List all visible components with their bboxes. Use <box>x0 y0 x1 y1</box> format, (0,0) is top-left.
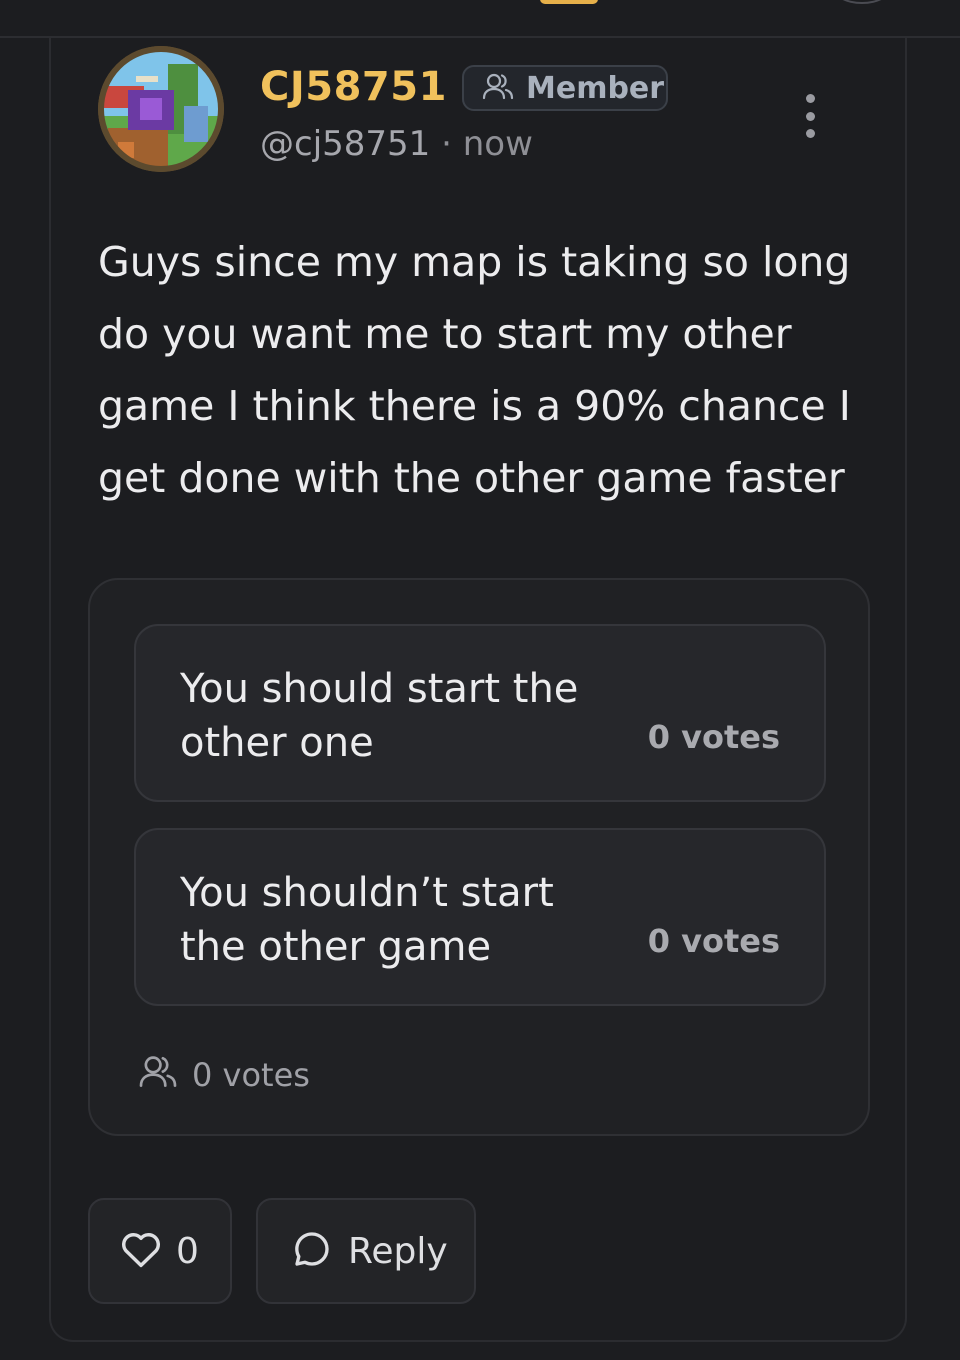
reply-button[interactable]: Reply <box>256 1198 476 1304</box>
author-handle[interactable]: @cj58751 <box>260 124 430 164</box>
role-badge: Member <box>462 65 668 111</box>
poll-total-votes: 0 votes <box>192 1056 310 1094</box>
poll-option-votes: 0 votes <box>647 718 780 756</box>
post-body: Guys since my map is taking so long do y… <box>98 238 851 502</box>
meta-separator: · <box>441 124 452 164</box>
users-icon <box>482 72 514 104</box>
top-bar <box>0 0 960 38</box>
author-meta: @cj58751 · now <box>260 124 533 164</box>
poll-option-text: You should start the other one <box>180 666 579 766</box>
like-count: 0 <box>176 1230 199 1272</box>
profile-avatar-edge[interactable] <box>832 0 892 4</box>
reply-label: Reply <box>348 1230 448 1272</box>
heart-icon <box>120 1230 162 1272</box>
more-vertical-icon[interactable] <box>796 94 824 138</box>
avatar[interactable] <box>98 46 224 172</box>
poll-option-2[interactable]: You shouldn’t start the other game 0 vot… <box>134 828 826 1006</box>
author-display-name[interactable]: CJ58751 <box>260 64 447 110</box>
poll-option-1[interactable]: You should start the other one 0 votes <box>134 624 826 802</box>
users-icon <box>138 1054 178 1096</box>
chat-bubble-icon <box>292 1229 332 1273</box>
poll-option-text: You shouldn’t start the other game <box>180 870 554 970</box>
poll-option-votes: 0 votes <box>647 922 780 960</box>
poll-total: 0 votes <box>138 1054 310 1096</box>
active-tab-indicator <box>540 0 598 4</box>
poll: You should start the other one 0 votes Y… <box>88 578 870 1136</box>
post-timestamp: now <box>462 124 533 164</box>
like-button[interactable]: 0 <box>88 1198 232 1304</box>
role-label: Member <box>526 70 665 106</box>
